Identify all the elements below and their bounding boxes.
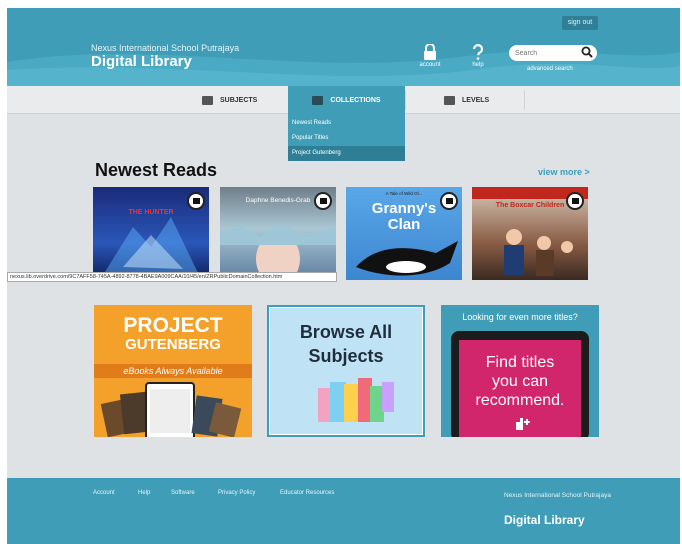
browse-all-subjects-tile[interactable]: Browse All Subjects <box>267 305 425 437</box>
browse-title-line2: Subjects <box>308 346 384 366</box>
book-badge-icon <box>187 192 205 210</box>
recommend-panel: Find titles you can recommend. <box>459 340 581 437</box>
browser-viewport: Nexus International School Putrajaya Dig… <box>7 8 680 544</box>
book-cover-4[interactable]: The Boxcar Children <box>472 187 588 280</box>
search-icon[interactable] <box>581 46 593 58</box>
folder-icon <box>312 95 324 105</box>
search-box[interactable] <box>509 45 597 61</box>
recommend-line1: Find titles <box>485 354 555 371</box>
recommend-heading: Looking for even more titles? <box>462 312 578 322</box>
book-cover-3[interactable]: A Tale of Wild Ol... Granny's Clan <box>346 187 462 280</box>
recommend-titles-tile[interactable]: Looking for even more titles? Find title… <box>441 305 599 437</box>
gutenberg-title-line1: PROJECT <box>123 314 223 337</box>
search-input[interactable] <box>515 47 579 59</box>
dropdown-item-project-gutenberg[interactable]: Project Gutenberg <box>288 146 405 161</box>
library-title[interactable]: Digital Library <box>91 53 192 70</box>
hand-plus-icon <box>516 418 530 430</box>
nav-levels-label: LEVELS <box>462 96 490 104</box>
nav-collections-label: COLLECTIONS <box>330 96 381 104</box>
recommend-line2: you can <box>491 373 549 390</box>
book-icon <box>202 95 213 105</box>
footer-link-account[interactable]: Account <box>93 490 115 496</box>
books-and-tablet-illustration <box>100 382 242 437</box>
book-badge-icon <box>314 192 332 210</box>
footer-library-name: Digital Library <box>504 513 585 527</box>
main-nav: SUBJECTS COLLECTIONS LEVELS <box>7 86 680 114</box>
footer-school-name: Nexus International School Putrajaya <box>504 492 611 499</box>
gutenberg-title-line2: GUTENBERG <box>125 336 221 353</box>
recommend-line3: recommend. <box>475 392 565 409</box>
view-more-link[interactable]: view more > <box>538 167 590 177</box>
sign-out-button[interactable]: sign out <box>562 16 598 30</box>
project-gutenberg-tile[interactable]: PROJECT GUTENBERG eBooks Always Availabl… <box>94 305 252 437</box>
school-name: Nexus International School Putrajaya <box>91 43 240 53</box>
help-label: help <box>472 62 484 68</box>
nav-subjects[interactable]: SUBJECTS <box>202 86 257 114</box>
book-badge-icon <box>566 192 584 210</box>
status-url-tooltip: nexus.lib.overdrive.com/9C7AFF58-745A-48… <box>7 272 337 282</box>
collections-dropdown: Newest Reads Popular Titles Project Gute… <box>288 114 405 161</box>
footer-link-educator-resources[interactable]: Educator Resources <box>280 490 334 496</box>
footer-link-software[interactable]: Software <box>171 490 195 496</box>
book-cover-2[interactable]: Daphne Benedis-Grab <box>220 187 336 280</box>
help-button[interactable]: help <box>462 44 494 68</box>
account-button[interactable]: account <box>414 44 446 68</box>
dropdown-item-popular-titles[interactable]: Popular Titles <box>288 131 405 146</box>
footer-link-help[interactable]: Help <box>138 490 150 496</box>
book-cover-1[interactable]: THE HUNTER <box>93 187 209 280</box>
open-books-illustration <box>318 378 394 422</box>
browse-title-line1: Browse All <box>299 322 393 342</box>
nav-subjects-label: SUBJECTS <box>220 96 258 104</box>
site-header: Nexus International School Putrajaya Dig… <box>7 8 680 86</box>
account-label: account <box>419 62 441 68</box>
section-title: Newest Reads <box>95 160 218 180</box>
browse-tile-inner: Browse All Subjects <box>269 307 423 435</box>
nav-levels[interactable]: LEVELS <box>444 86 489 114</box>
book-1-title: THE HUNTER <box>128 209 174 216</box>
gutenberg-tagline: eBooks Always Available <box>94 364 252 378</box>
nav-collections[interactable]: COLLECTIONS <box>288 86 405 114</box>
nav-divider <box>405 90 406 110</box>
site-footer: Account Help Software Privacy Policy Edu… <box>7 478 680 544</box>
nav-divider <box>524 90 525 110</box>
dropdown-item-newest-reads[interactable]: Newest Reads <box>288 116 405 131</box>
help-icon <box>472 44 484 60</box>
tablet-illustration: Find titles you can recommend. <box>451 331 589 437</box>
book-badge-icon <box>440 192 458 210</box>
footer-link-privacy-policy[interactable]: Privacy Policy <box>218 490 255 496</box>
level-icon <box>444 95 455 105</box>
account-icon <box>424 44 436 60</box>
advanced-search-link[interactable]: advanced search <box>527 66 573 72</box>
